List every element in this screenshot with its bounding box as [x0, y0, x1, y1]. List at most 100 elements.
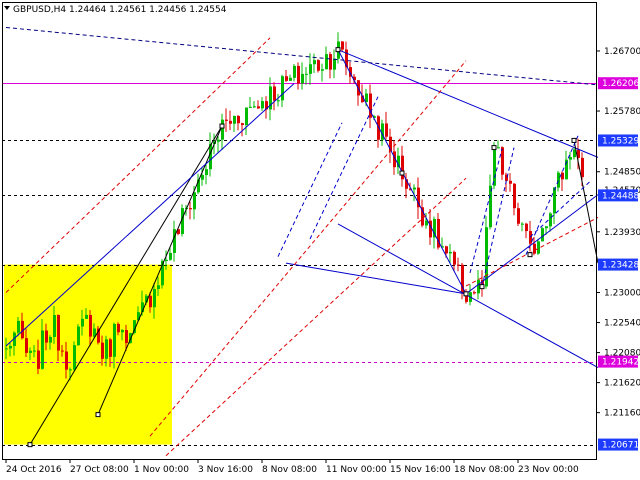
candle-body: [229, 120, 232, 124]
anchor-marker: [527, 252, 533, 258]
price-label: 1.24488: [602, 191, 639, 201]
price-label: 1.23428: [602, 261, 639, 271]
anchor-marker: [219, 123, 225, 129]
candle-body: [57, 315, 60, 351]
candle-body: [569, 157, 572, 160]
collapse-arrow-icon[interactable]: [4, 6, 10, 10]
candle-body: [33, 350, 36, 352]
candle-body: [253, 106, 256, 108]
candle-body: [545, 226, 548, 229]
candle-body: [5, 348, 8, 350]
trend-line: [285, 262, 467, 295]
candle-body: [329, 54, 332, 70]
candle-body: [317, 60, 320, 71]
candle-body: [225, 119, 228, 121]
candle-body: [453, 251, 456, 265]
candle-body: [449, 251, 452, 254]
anchor-marker: [479, 284, 485, 290]
candle-body: [537, 241, 540, 254]
trend-line: [149, 60, 467, 437]
candle-body: [113, 323, 116, 357]
anchor-marker: [571, 137, 577, 143]
candle-body: [533, 243, 536, 254]
candle-body: [385, 123, 388, 137]
anchor-marker: [335, 47, 341, 53]
candle-body: [29, 350, 32, 353]
candle-body: [105, 339, 108, 359]
candle-body: [413, 187, 416, 190]
candle-body: [241, 123, 244, 126]
candle-body: [365, 93, 368, 103]
candle-body: [273, 86, 276, 101]
x-tick-label: 27 Oct 08:00: [70, 465, 129, 475]
candle-body: [305, 73, 308, 75]
candle-body: [89, 314, 92, 337]
x-tick-label: 15 Nov 16:00: [390, 465, 451, 475]
candle-body: [37, 350, 40, 369]
candle-body: [261, 101, 264, 109]
candle-body: [561, 172, 564, 180]
candle-body: [473, 292, 476, 294]
candle-body: [165, 259, 168, 262]
yellow-range-rectangle: [4, 264, 172, 445]
candle-body: [201, 175, 204, 180]
x-tick-label: 23 Nov 00:00: [518, 465, 579, 475]
x-tick-label: 8 Nov 08:00: [262, 465, 317, 475]
candle-body: [45, 330, 48, 343]
candle-body: [497, 147, 500, 149]
candle-body: [69, 369, 72, 371]
candle-body: [157, 285, 160, 290]
x-tick-label: 3 Nov 16:00: [198, 465, 253, 475]
candle-body: [493, 147, 496, 186]
y-tick-label: 1.26700: [604, 47, 640, 57]
candle-body: [125, 330, 128, 344]
candle-body: [237, 115, 240, 124]
y-tick-label: 1.25780: [604, 107, 640, 117]
range-rectangle: [4, 264, 172, 445]
candle-body: [297, 65, 300, 84]
candle-body: [509, 180, 512, 184]
candle-body: [517, 208, 520, 224]
candle-body: [205, 169, 208, 176]
candle-body: [101, 342, 104, 359]
candle-body: [249, 106, 252, 108]
candle-body: [65, 351, 68, 370]
anchor-marker: [27, 442, 33, 448]
candle-body: [9, 346, 12, 349]
candle-body: [17, 320, 20, 333]
y-tick-label: 1.21160: [604, 409, 640, 419]
x-tick-label: 24 Oct 2016: [6, 465, 62, 475]
candle-body: [541, 228, 544, 242]
trend-line: [529, 181, 591, 238]
y-tick-label: 1.23000: [604, 289, 640, 299]
y-tick-label: 1.23930: [604, 228, 640, 238]
candle-body: [521, 223, 524, 225]
candle-body: [189, 208, 192, 210]
price-label: 1.26206: [602, 79, 639, 89]
trend-line: [573, 140, 599, 264]
candle-body: [53, 315, 56, 337]
candle-body: [117, 323, 120, 333]
candle-body: [581, 157, 584, 178]
candle-body: [121, 330, 124, 333]
candle-body: [61, 350, 64, 352]
candle-body: [333, 58, 336, 70]
candle-body: [245, 107, 248, 126]
anchor-marker: [491, 145, 497, 151]
y-tick-label: 1.22540: [604, 319, 640, 329]
candle-body: [557, 172, 560, 188]
candle-body: [257, 106, 260, 109]
trend-line: [481, 147, 515, 287]
price-chart[interactable]: 1.26700 1.25780 1.24850 1.23930 1.23000 1.225…: [0, 0, 640, 480]
candle-body: [109, 339, 112, 357]
candle-body: [445, 246, 448, 254]
x-tick-label: 18 Nov 08:00: [454, 465, 515, 475]
candle-body: [217, 139, 220, 142]
price-axis: 1.26700 1.25780 1.24850 1.23930 1.23000 1.225…: [596, 47, 640, 451]
candle-body: [281, 76, 284, 101]
anchor-marker: [399, 170, 405, 176]
candle-body: [149, 295, 152, 308]
chart-title: GBPUSD,H4 1.24464 1.24561 1.24456 1.2455…: [13, 5, 227, 15]
candle-body: [193, 192, 196, 210]
y-tick-label: 1.21620: [604, 379, 640, 389]
